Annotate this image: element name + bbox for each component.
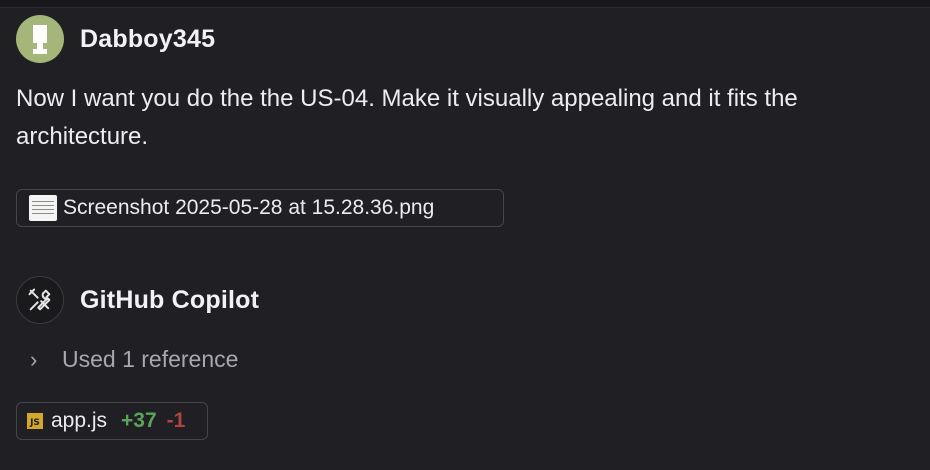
top-divider xyxy=(0,0,930,8)
used-references-label: Used 1 reference xyxy=(62,346,239,372)
chevron-right-icon: › xyxy=(30,346,38,372)
user-avatar[interactable] xyxy=(16,15,64,63)
file-change-chip[interactable]: JS app.js +37 -1 xyxy=(16,402,208,440)
user-message-text: Now I want you do the the US-04. Make it… xyxy=(16,85,798,150)
image-thumbnail-icon xyxy=(29,195,57,221)
user-author-name[interactable]: Dabboy345 xyxy=(80,25,215,54)
used-references-toggle[interactable]: › Used 1 reference xyxy=(30,346,238,373)
chat-panel: Dabboy345 Now I want you do the the US-0… xyxy=(0,0,930,470)
attachment-chip[interactable]: Screenshot 2025-05-28 at 15.28.36.png xyxy=(16,189,504,227)
additions-count: +37 xyxy=(121,409,157,432)
assistant-message-header: GitHub Copilot xyxy=(16,276,259,324)
user-message-header: Dabboy345 xyxy=(16,15,215,63)
tools-icon xyxy=(28,288,51,311)
assistant-author-name: GitHub Copilot xyxy=(80,285,260,314)
user-avatar-icon xyxy=(33,25,47,54)
deletions-count: -1 xyxy=(166,409,186,432)
js-file-icon: JS xyxy=(27,413,43,429)
changed-filename: app.js xyxy=(51,409,108,432)
copilot-avatar[interactable] xyxy=(16,276,64,324)
attachment-filename: Screenshot 2025-05-28 at 15.28.36.png xyxy=(63,196,435,219)
